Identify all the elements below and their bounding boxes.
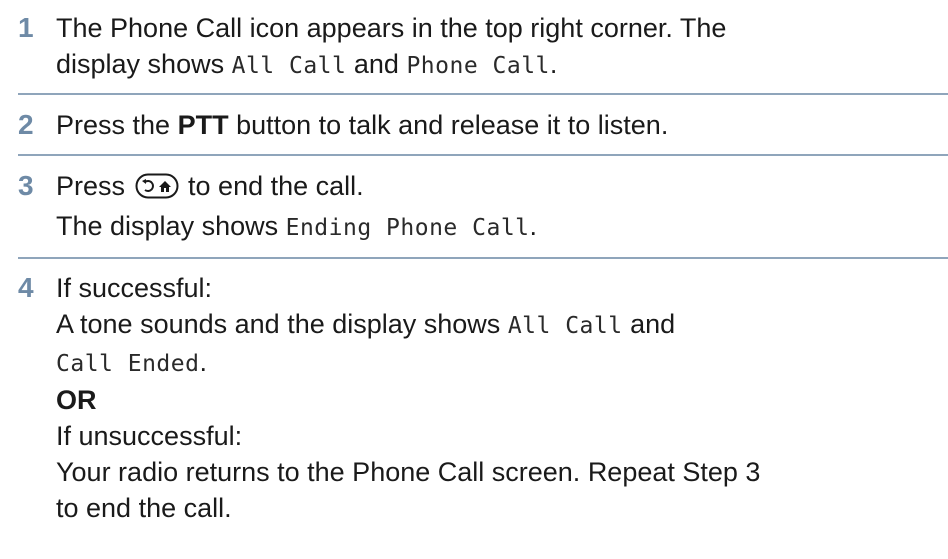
step-4-line-3: Call Ended.	[56, 344, 946, 382]
step-4-line-5: If unsuccessful:	[56, 421, 243, 451]
text: .	[549, 49, 558, 79]
or-label: OR	[56, 385, 97, 415]
step-3-line-2: The display shows Ending Phone Call.	[56, 208, 946, 246]
procedure-steps: 1 The Phone Call icon appears in the top…	[0, 0, 948, 559]
step-2-line-1: Press the PTT button to talk and release…	[56, 107, 946, 143]
step-text: The Phone Call icon appears in the top r…	[56, 10, 946, 84]
text: to end the call.	[180, 171, 364, 201]
text: and	[346, 49, 407, 79]
text: and	[622, 309, 676, 339]
display-text-all-call: All Call	[231, 53, 347, 79]
text: button to talk and release it to listen.	[228, 110, 669, 140]
display-text-phone-call: Phone Call	[406, 53, 550, 79]
step-number: 3	[18, 170, 34, 201]
text: Press the	[56, 110, 178, 140]
divider	[18, 93, 948, 95]
text: A tone sounds and the display shows	[56, 309, 508, 339]
back-home-key-icon	[135, 172, 179, 208]
divider	[18, 257, 948, 259]
divider	[18, 154, 948, 156]
text: The display shows	[56, 211, 286, 241]
text: .	[199, 347, 207, 377]
step-4-line-1: If successful:	[56, 273, 213, 303]
text: .	[529, 211, 538, 241]
step-number: 1	[18, 12, 34, 43]
step-text: Press to end the call. The display shows…	[56, 168, 946, 246]
step-3-line-1: Press to end the call.	[56, 168, 946, 208]
display-text-ending-phone-call: Ending Phone Call	[285, 215, 530, 241]
step-text: Press the PTT button to talk and release…	[56, 107, 946, 143]
step-number: 4	[18, 272, 34, 303]
display-text-call-ended: Call Ended	[56, 351, 200, 377]
step-text: If successful: A tone sounds and the dis…	[56, 270, 946, 526]
step-4-line-2: A tone sounds and the display shows All …	[56, 306, 946, 344]
step-number: 2	[18, 109, 34, 140]
text: display shows	[56, 49, 232, 79]
display-text-all-call: All Call	[507, 313, 623, 339]
step-4-line-7: to end the call.	[56, 493, 232, 523]
ptt-button-label: PTT	[177, 110, 229, 140]
step-1-line-2: display shows All Call and Phone Call.	[56, 46, 946, 84]
step-4-line-6: Your radio returns to the Phone Call scr…	[56, 457, 761, 487]
step-1-line-1: The Phone Call icon appears in the top r…	[56, 13, 727, 43]
text: Press	[56, 171, 133, 201]
